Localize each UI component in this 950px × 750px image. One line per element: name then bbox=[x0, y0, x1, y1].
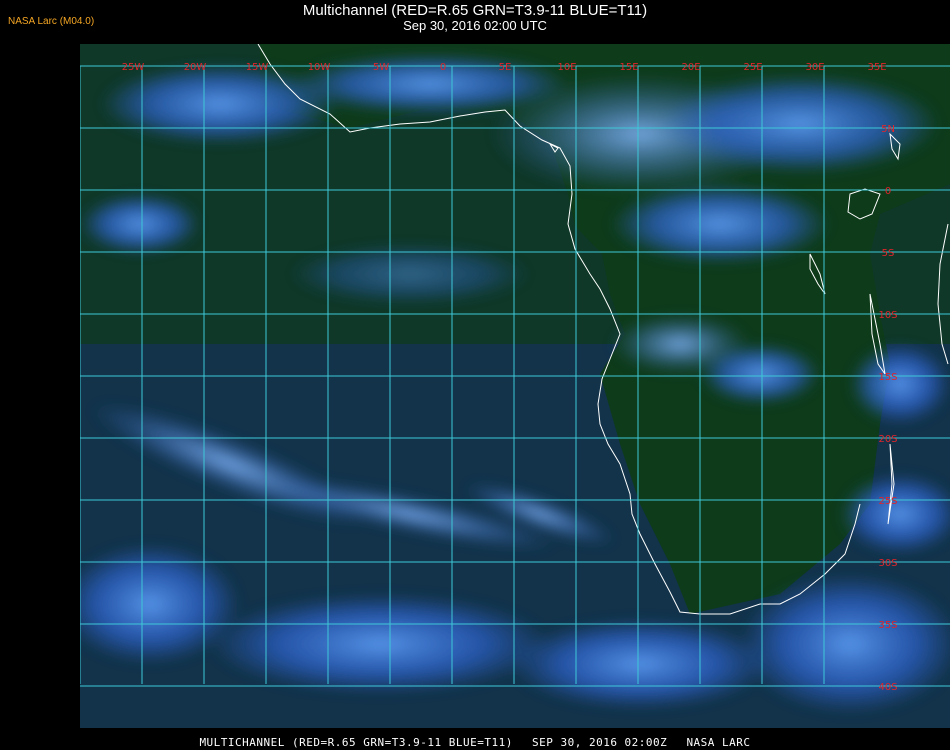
latitude-label: 15S bbox=[878, 372, 897, 383]
latitude-label: 40S bbox=[878, 682, 897, 693]
latitude-label: 5S bbox=[882, 248, 895, 259]
longitude-label: 35E bbox=[867, 62, 886, 73]
longitude-label: 10W bbox=[308, 62, 331, 73]
longitude-label: 25E bbox=[743, 62, 762, 73]
longitude-label: 25W bbox=[122, 62, 145, 73]
footer-datetime: SEP 30, 2016 02:00Z bbox=[531, 736, 668, 749]
longitude-label: 0 bbox=[440, 62, 446, 73]
image-datetime: Sep 30, 2016 02:00 UTC bbox=[403, 18, 547, 33]
longitude-label: 5E bbox=[499, 62, 512, 73]
footer-product: MULTICHANNEL (RED=R.65 GRN=T3.9-11 BLUE=… bbox=[199, 736, 513, 749]
footer-caption: MULTICHANNEL (RED=R.65 GRN=T3.9-11 BLUE=… bbox=[0, 736, 950, 749]
satellite-map: 25W 20W 15W 10W 5W 0 5E 10E 15E 20E 25E 30E 35E 5N 0 5S… bbox=[80, 44, 950, 728]
longitude-label: 5W bbox=[373, 62, 389, 73]
longitude-label: 10E bbox=[557, 62, 576, 73]
longitude-label: 20W bbox=[184, 62, 207, 73]
satellite-imagery: 25W 20W 15W 10W 5W 0 5E 10E 15E 20E 25E 30E 35E 5N 0 5S… bbox=[80, 44, 950, 728]
latitude-label: 5N bbox=[881, 124, 895, 135]
latitude-label: 0 bbox=[885, 186, 891, 197]
image-title: Multichannel (RED=R.65 GRN=T3.9-11 BLUE=… bbox=[302, 2, 648, 19]
longitude-label: 15E bbox=[619, 62, 638, 73]
longitude-label: 20E bbox=[681, 62, 700, 73]
latitude-label: 20S bbox=[878, 434, 897, 445]
latitude-label: 25S bbox=[878, 496, 897, 507]
latitude-label: 35S bbox=[878, 620, 897, 631]
longitude-label: 15W bbox=[246, 62, 269, 73]
footer-source: NASA LARC bbox=[686, 736, 751, 749]
longitude-label: 30E bbox=[805, 62, 824, 73]
latitude-label: 10S bbox=[878, 310, 897, 321]
latitude-label: 30S bbox=[878, 558, 897, 569]
